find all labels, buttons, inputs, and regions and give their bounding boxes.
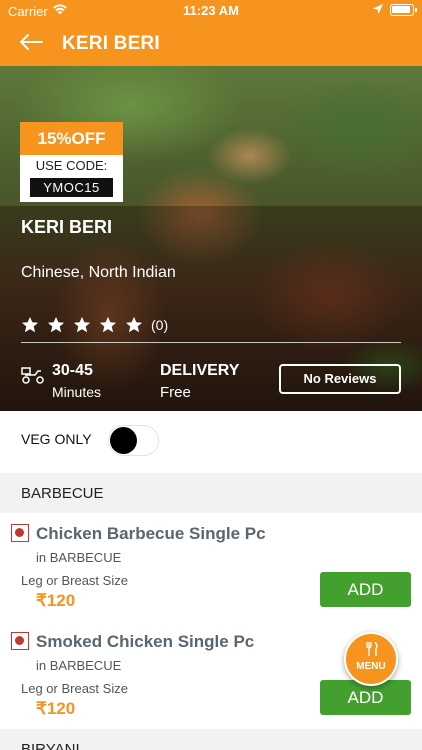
item-price: ₹120	[36, 591, 76, 610]
veg-only-label: VEG ONLY	[21, 431, 92, 447]
category-title: BARBECUE	[21, 485, 104, 502]
veg-only-toggle[interactable]	[108, 425, 159, 456]
item-name: Chicken Barbecue Single Pc	[36, 524, 266, 543]
star-icon	[21, 316, 39, 333]
restaurant-name: KERI BERI	[21, 217, 113, 237]
non-veg-icon	[11, 632, 29, 650]
delivery-time-unit: Minutes	[52, 384, 102, 400]
menu-item: Chicken Barbecue Single Pc in BARBECUE L…	[0, 513, 422, 621]
restaurant-cuisine: Chinese, North Indian	[21, 264, 176, 281]
category-header-barbecue: BARBECUE	[0, 473, 422, 513]
category-title: BIRYANI	[21, 741, 80, 750]
item-description: Leg or Breast Size	[21, 681, 128, 696]
item-category: in BARBECUE	[36, 658, 122, 673]
offer-discount: 15%OFF	[20, 122, 123, 155]
menu-fab-button[interactable]: MENU	[344, 632, 398, 686]
delivery-scooter-icon	[21, 367, 44, 384]
non-veg-icon	[11, 524, 29, 542]
item-category: in BARBECUE	[36, 550, 122, 565]
battery-icon	[390, 4, 417, 16]
item-price: ₹120	[36, 699, 76, 718]
veg-only-row: VEG ONLY	[0, 411, 422, 473]
item-name: Smoked Chicken Single Pc	[36, 632, 255, 651]
restaurant-hero: 15%OFF USE CODE: YMOC15 KERI BERI Chines…	[0, 66, 422, 411]
star-icon	[125, 316, 143, 333]
rating-stars: (0)	[21, 316, 168, 334]
toggle-knob	[110, 427, 137, 454]
menu-fab-label: MENU	[356, 661, 386, 672]
status-bar: Carrier 11:23 AM	[0, 0, 422, 22]
delivery-label: DELIVERY	[160, 362, 240, 379]
offer-use-code-label: USE CODE:	[35, 158, 108, 173]
fork-knife-icon	[366, 642, 378, 656]
status-time: 11:23 AM	[183, 3, 239, 18]
rating-count: (0)	[151, 317, 169, 333]
delivery-time: 30-45	[52, 362, 93, 379]
star-icon	[99, 316, 117, 333]
category-header-biryani: BIRYANI	[0, 729, 422, 750]
app-header: Carrier 11:23 AM KERI BERI	[0, 0, 422, 66]
offer-badge: 15%OFF USE CODE: YMOC15	[20, 122, 123, 202]
location-arrow-icon	[373, 4, 383, 14]
add-button[interactable]: ADD	[320, 572, 411, 607]
star-icon	[47, 316, 65, 333]
delivery-fee: Free	[160, 384, 191, 401]
back-arrow-icon[interactable]	[18, 33, 44, 51]
star-icon	[73, 316, 91, 333]
item-description: Leg or Breast Size	[21, 573, 128, 588]
page-title: KERI BERI	[62, 33, 160, 54]
offer-code: YMOC15	[30, 178, 113, 197]
hero-divider	[21, 342, 401, 343]
reviews-button[interactable]: No Reviews	[279, 364, 401, 394]
